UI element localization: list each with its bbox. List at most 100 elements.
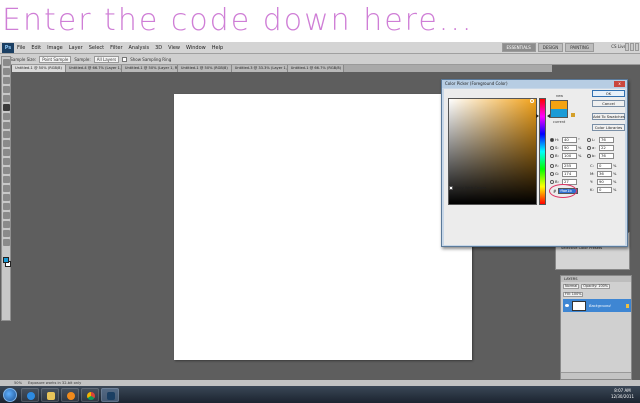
maximize-button[interactable]: [630, 43, 634, 51]
taskbar-explorer-button[interactable]: [41, 387, 59, 402]
brush-tool-icon[interactable]: [2, 122, 10, 129]
3d-rotate-tool-icon[interactable]: [2, 221, 10, 228]
document-tab[interactable]: Untitled-1 @ 66.7% (RGB/8): [287, 65, 344, 72]
system-clock[interactable]: 8:07 AM 12/30/2011: [611, 388, 634, 400]
start-button[interactable]: [3, 387, 17, 402]
close-window-button[interactable]: [635, 43, 639, 51]
document-canvas[interactable]: [174, 94, 472, 360]
red-input[interactable]: 255: [562, 162, 577, 169]
sample-size-select[interactable]: Point Sample: [39, 55, 72, 63]
lasso-tool-icon[interactable]: [2, 77, 10, 84]
type-tool-icon[interactable]: [2, 194, 10, 201]
saturation-input[interactable]: 90: [562, 144, 577, 151]
quick-selection-tool-icon[interactable]: [2, 86, 10, 93]
menu-3d[interactable]: 3D: [155, 45, 162, 51]
taskbar-media-button[interactable]: [61, 387, 79, 402]
document-tab[interactable]: Untitled-1 @ 50% (RGB/8): [12, 65, 66, 72]
blend-mode-select[interactable]: Normal: [563, 283, 580, 289]
add-to-swatches-button[interactable]: Add To Swatches: [592, 113, 625, 120]
crop-tool-icon[interactable]: [2, 95, 10, 102]
brightness-input[interactable]: 100: [562, 152, 577, 159]
opacity-field[interactable]: Opacity: 100%: [581, 283, 610, 289]
shape-tool-icon[interactable]: [2, 212, 10, 219]
clone-stamp-tool-icon[interactable]: [2, 131, 10, 138]
taskbar-photoshop-button[interactable]: [101, 387, 119, 402]
hue-field-row: H: 40 °: [550, 136, 580, 143]
pen-tool-icon[interactable]: [2, 185, 10, 192]
current-color-swatch[interactable]: [550, 109, 568, 118]
hue-slider[interactable]: [539, 98, 546, 205]
close-icon[interactable]: x: [614, 81, 625, 87]
menu-analysis[interactable]: Analysis: [129, 45, 150, 51]
red-radio[interactable]: [550, 163, 554, 168]
cancel-button[interactable]: Cancel: [592, 100, 625, 107]
blur-tool-icon[interactable]: [2, 167, 10, 174]
magenta-input[interactable]: 36: [597, 170, 612, 177]
menu-image[interactable]: Image: [47, 45, 63, 51]
zoom-tool-icon[interactable]: [2, 239, 10, 246]
cyan-input[interactable]: 0: [597, 162, 612, 169]
menu-help[interactable]: Help: [212, 45, 223, 51]
gamut-warning-icon[interactable]: [571, 113, 575, 117]
lab-b-radio[interactable]: [587, 153, 591, 158]
path-selection-tool-icon[interactable]: [2, 203, 10, 210]
eraser-tool-icon[interactable]: [2, 149, 10, 156]
gradient-tool-icon[interactable]: [2, 158, 10, 165]
document-tab[interactable]: Untitled-4 @ 66.7% (Layer 1, RGB/8): [65, 65, 122, 72]
yellow-input[interactable]: 90: [597, 178, 612, 185]
hue-input[interactable]: 40: [562, 136, 577, 143]
menu-file[interactable]: File: [17, 45, 25, 51]
minimize-button[interactable]: [625, 43, 629, 51]
fill-field[interactable]: Fill: 100%: [563, 291, 584, 297]
blue-radio[interactable]: [550, 179, 554, 184]
menu-window[interactable]: Window: [186, 45, 206, 51]
lab-l-radio[interactable]: [587, 137, 591, 142]
foreground-color-swatch[interactable]: [3, 257, 9, 263]
taskbar-ie-button[interactable]: [21, 387, 39, 402]
marquee-tool-icon[interactable]: [2, 68, 10, 75]
lab-a-radio[interactable]: [587, 145, 591, 150]
saturation-radio[interactable]: [550, 145, 554, 150]
new-color-swatch: [550, 100, 568, 109]
layer-row[interactable]: Background: [563, 299, 631, 312]
yellow-field-row: Y: 90 %: [590, 178, 616, 185]
visibility-eye-icon[interactable]: [565, 304, 569, 307]
document-tab[interactable]: Untitled-1 @ 50% (Layer 1, RGB/8): [121, 65, 178, 72]
color-marker-icon[interactable]: [530, 99, 534, 103]
menu-layer[interactable]: Layer: [69, 45, 83, 51]
healing-brush-tool-icon[interactable]: [2, 113, 10, 120]
black-input[interactable]: 0: [597, 186, 612, 193]
taskbar-chrome-button[interactable]: [81, 387, 99, 402]
workspace-design-button[interactable]: DESIGN: [537, 43, 564, 52]
history-brush-tool-icon[interactable]: [2, 140, 10, 147]
lab-a-input[interactable]: 22: [599, 144, 614, 151]
document-tab[interactable]: Untitled-1 @ 50% (RGB/8): [177, 65, 232, 72]
ok-button[interactable]: OK: [592, 90, 625, 97]
document-tab[interactable]: Untitled-3 @ 33.3% (Layer 1, RGB/8): [231, 65, 288, 72]
menu-bar: Ps File Edit Image Layer Select Filter A…: [0, 42, 640, 54]
show-sampling-ring-checkbox[interactable]: [122, 56, 128, 62]
lab-b-input[interactable]: 76: [599, 152, 614, 159]
green-input[interactable]: 174: [562, 170, 577, 177]
menu-filter[interactable]: Filter: [110, 45, 122, 51]
hue-radio[interactable]: [550, 137, 554, 142]
menu-view[interactable]: View: [168, 45, 180, 51]
hand-tool-icon[interactable]: [2, 230, 10, 237]
menu-edit[interactable]: Edit: [31, 45, 41, 51]
hue-arrow-left-icon[interactable]: [536, 114, 539, 118]
brightness-radio[interactable]: [550, 153, 554, 158]
workspace-painting-button[interactable]: PAINTING: [565, 43, 594, 52]
sample-select[interactable]: All Layers: [93, 55, 120, 63]
only-web-colors-checkbox[interactable]: [449, 185, 453, 190]
eyedropper-tool-icon[interactable]: [2, 104, 10, 111]
move-tool-icon[interactable]: [2, 59, 10, 66]
window-controls: [625, 43, 639, 51]
workspace-essentials-button[interactable]: ESSENTIALS: [501, 43, 536, 52]
color-libraries-button[interactable]: Color Libraries: [592, 124, 625, 131]
dodge-tool-icon[interactable]: [2, 176, 10, 183]
field-label: S:: [555, 145, 559, 150]
menu-select[interactable]: Select: [89, 45, 104, 51]
green-radio[interactable]: [550, 171, 554, 176]
lab-l-input[interactable]: 76: [599, 136, 614, 143]
cs-live-button[interactable]: CS Live: [611, 44, 626, 49]
